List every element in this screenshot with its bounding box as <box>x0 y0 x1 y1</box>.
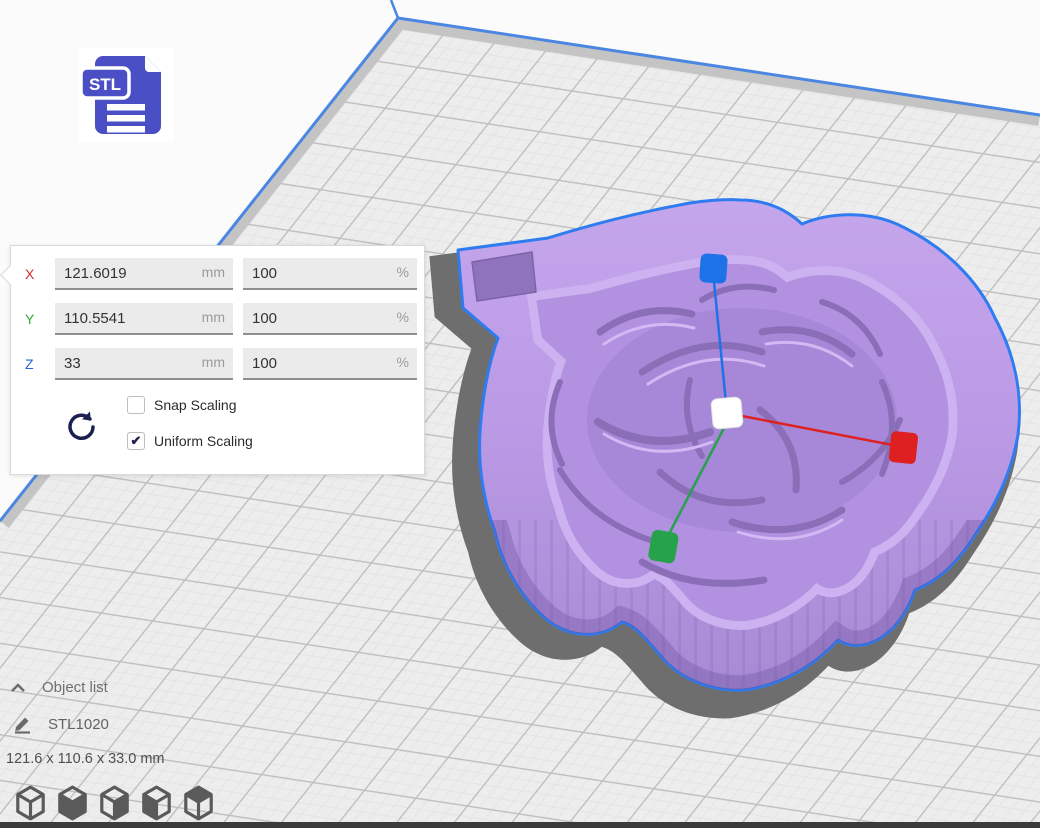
scale-x-mm-field: mm <box>55 258 233 290</box>
scale-handle-z-icon[interactable] <box>699 253 728 284</box>
bottom-toolbar-edge <box>0 822 1040 828</box>
scale-y-percent-unit: % <box>397 309 409 325</box>
scale-z-percent-unit: % <box>397 354 409 370</box>
scale-z-percent-input[interactable] <box>243 348 417 378</box>
scale-x-percent-input[interactable] <box>243 258 417 288</box>
snap-scaling-label: Snap Scaling <box>154 397 237 413</box>
scale-z-percent-field: % <box>243 348 417 380</box>
scale-z-mm-field: mm <box>55 348 233 380</box>
stl-badge-label: STL <box>89 75 121 94</box>
scale-y-mm-unit: mm <box>202 309 225 325</box>
object-list-header[interactable]: Object list <box>10 679 108 696</box>
scale-tool-panel: X mm % Y mm % Z mm % <box>10 245 425 475</box>
snap-scaling-checkbox[interactable] <box>127 396 145 414</box>
scale-x-percent-field: % <box>243 258 417 290</box>
object-list-item[interactable]: STL1020 <box>12 714 109 734</box>
build-volume-z-edge <box>391 0 398 18</box>
scale-handle-y-icon[interactable] <box>647 529 679 564</box>
scale-handle-center-icon[interactable] <box>711 397 744 430</box>
scale-handle-x-icon[interactable] <box>888 431 918 465</box>
scale-x-mm-unit: mm <box>202 264 225 280</box>
scale-y-percent-input[interactable] <box>243 303 417 333</box>
scale-x-percent-unit: % <box>397 264 409 280</box>
view-top-icon[interactable] <box>182 785 215 821</box>
axis-z-label: Z <box>25 356 55 372</box>
view-right-icon[interactable] <box>98 785 131 821</box>
uniform-scaling-checkbox[interactable]: ✔ <box>127 432 145 450</box>
axis-x-label: X <box>25 266 55 282</box>
view-left-icon[interactable] <box>140 785 173 821</box>
scale-y-mm-field: mm <box>55 303 233 335</box>
chevron-up-icon <box>10 682 26 694</box>
axis-y-label: Y <box>25 311 55 327</box>
view-front-icon[interactable] <box>56 785 89 821</box>
pencil-icon <box>12 714 32 734</box>
reset-scale-button[interactable] <box>63 408 99 444</box>
folded-corner-icon <box>145 56 161 72</box>
camera-view-buttons <box>14 785 215 821</box>
object-list-title: Object list <box>42 679 108 696</box>
stl-file-icon[interactable]: STL <box>79 48 173 142</box>
uniform-scaling-label: Uniform Scaling <box>154 433 253 449</box>
object-item-name: STL1020 <box>48 716 109 733</box>
scale-z-mm-unit: mm <box>202 354 225 370</box>
object-dimensions: 121.6 x 110.6 x 33.0 mm <box>6 751 165 767</box>
view-3d-icon[interactable] <box>14 785 47 821</box>
scale-y-percent-field: % <box>243 303 417 335</box>
